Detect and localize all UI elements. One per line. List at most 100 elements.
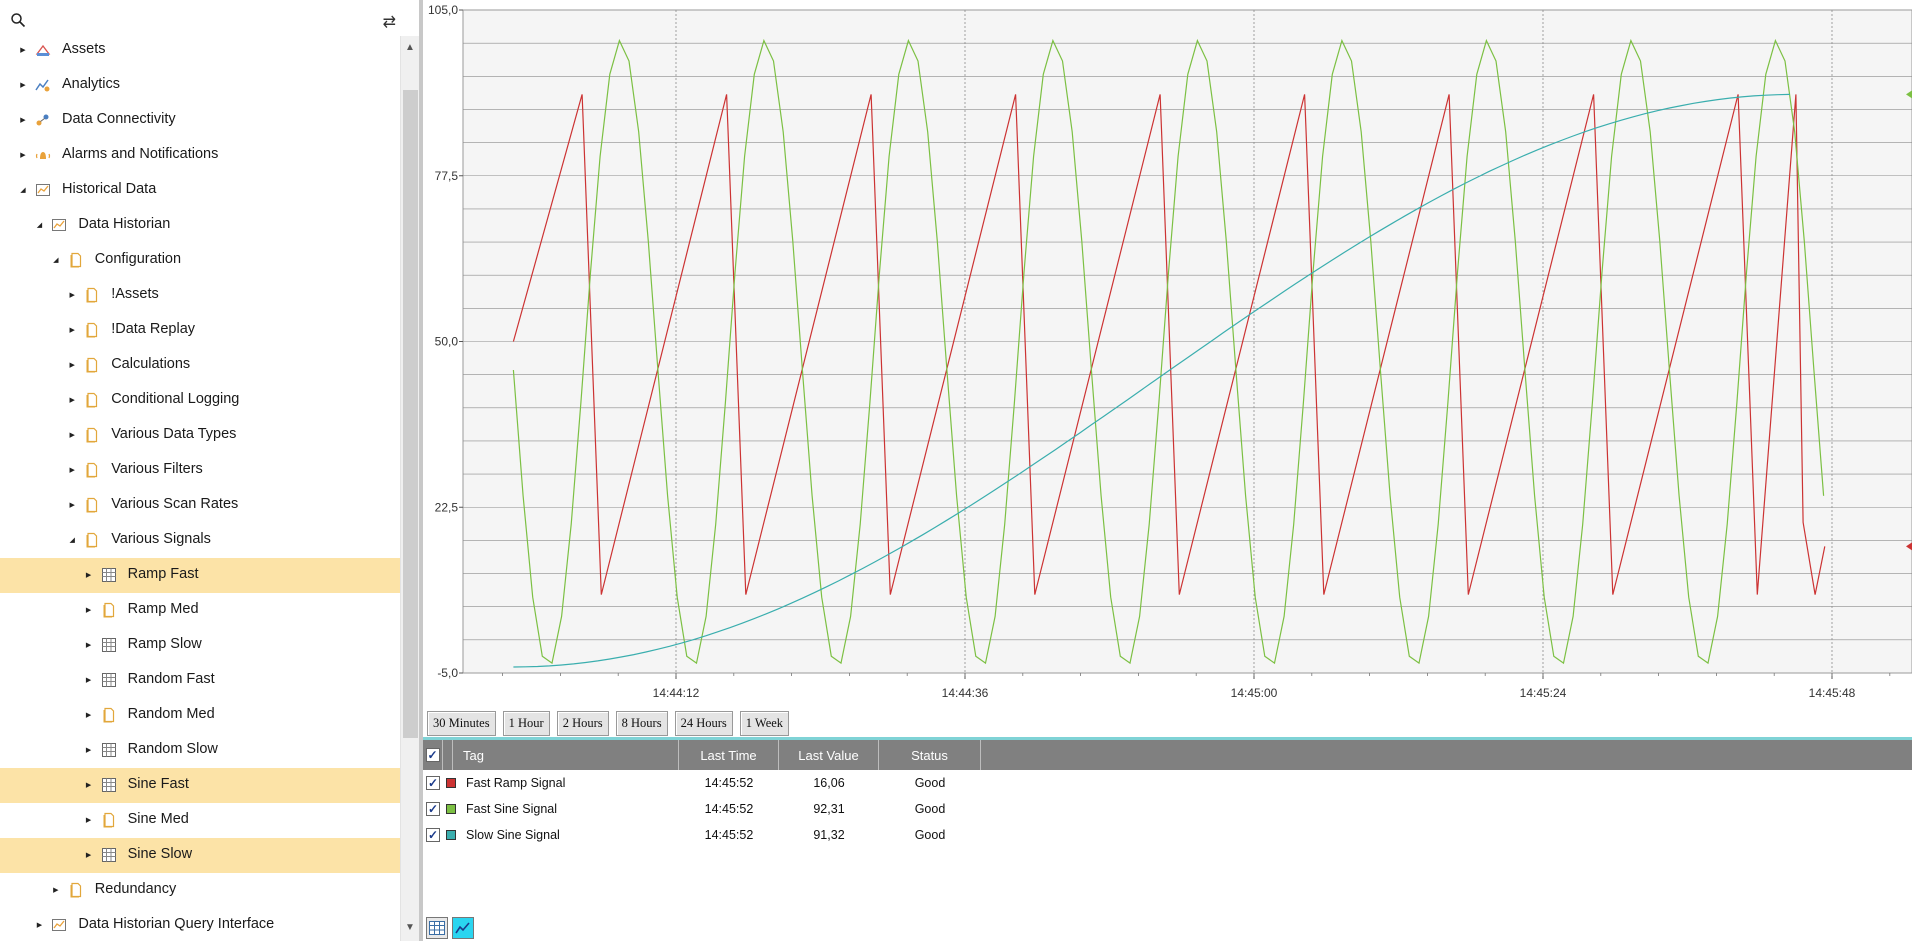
tree-node[interactable]: ▶ Random Med — [0, 698, 400, 733]
tree-node[interactable]: ▶ Alarms and Notifications — [0, 138, 400, 173]
tree-node[interactable]: ▶ Sine Fast — [0, 768, 400, 803]
expand-arrow-icon[interactable]: ▶ — [67, 465, 77, 475]
table-row[interactable]: ✓ Fast Ramp Signal 14:45:52 16,06 Good — [423, 770, 1912, 796]
row-checkbox[interactable]: ✓ — [426, 802, 440, 816]
expand-arrow-icon[interactable]: ▶ — [84, 570, 94, 580]
tag-table-header: ✓ Tag Last Time Last Value Status — [423, 740, 1912, 770]
tree-node-label: Data Connectivity — [62, 111, 176, 127]
tree-node[interactable]: ▶ Sine Slow — [0, 838, 400, 873]
range-button[interactable]: 24 Hours — [674, 711, 733, 736]
tree-node[interactable]: ▶ Data Connectivity — [0, 103, 400, 138]
expand-arrow-icon[interactable]: ▶ — [67, 430, 77, 440]
tree-node[interactable]: ◢ Historical Data — [0, 173, 400, 208]
table-view-button[interactable] — [426, 917, 448, 939]
series-color-cell — [446, 796, 456, 822]
collapse-arrow-icon[interactable]: ◢ — [18, 185, 28, 195]
expand-arrow-icon[interactable]: ▶ — [67, 290, 77, 300]
grid-icon — [101, 567, 117, 583]
tree-node[interactable]: ▶ !Assets — [0, 278, 400, 313]
range-button[interactable]: 2 Hours — [556, 711, 609, 736]
search-icon[interactable] — [10, 12, 26, 28]
expand-arrow-icon[interactable]: ▶ — [67, 325, 77, 335]
expand-arrow-icon[interactable]: ▶ — [84, 605, 94, 615]
expand-arrow-icon[interactable]: ▶ — [84, 640, 94, 650]
expand-arrow-icon[interactable]: ▶ — [84, 850, 94, 860]
tree-node[interactable]: ◢ Configuration — [0, 243, 400, 278]
expand-arrow-icon[interactable]: ▶ — [18, 115, 28, 125]
tree-node[interactable]: ▶ Redundancy — [0, 873, 400, 908]
tree-node[interactable]: ▶ Assets — [0, 33, 400, 68]
chart-view-button[interactable] — [452, 917, 474, 939]
header-last-value[interactable]: Last Value — [779, 740, 879, 770]
range-button[interactable]: 30 Minutes — [427, 711, 496, 736]
expand-arrow-icon[interactable]: ▶ — [67, 500, 77, 510]
expand-arrow-icon[interactable]: ▶ — [18, 150, 28, 160]
tree-node[interactable]: ◢ Various Signals — [0, 523, 400, 558]
scroll-down-icon[interactable]: ▼ — [405, 922, 415, 933]
expand-arrow-icon[interactable]: ▶ — [84, 780, 94, 790]
historian-icon — [51, 917, 67, 933]
tree-node[interactable]: ▶ !Data Replay — [0, 313, 400, 348]
sidebar-scrollbar[interactable]: ▲ ▼ — [400, 36, 420, 941]
range-button[interactable]: 1 Week — [739, 711, 790, 736]
expand-arrow-icon[interactable]: ▶ — [34, 920, 44, 930]
row-checkbox[interactable]: ✓ — [426, 828, 440, 842]
collapse-arrow-icon[interactable]: ◢ — [51, 255, 61, 265]
y-tick-label: 50,0 — [435, 335, 459, 349]
header-status[interactable]: Status — [879, 740, 981, 770]
row-checkbox-cell[interactable]: ✓ — [426, 770, 440, 796]
header-tag[interactable]: Tag — [453, 740, 679, 770]
row-checkbox-cell[interactable]: ✓ — [426, 822, 440, 848]
expand-arrow-icon[interactable]: ▶ — [67, 395, 77, 405]
row-last-time: 14:45:52 — [704, 776, 754, 790]
tree-node-label: Data Historian Query Interface — [78, 916, 275, 932]
range-button[interactable]: 1 Hour — [502, 711, 550, 736]
table-row[interactable]: ✓ Fast Sine Signal 14:45:52 92,31 Good — [423, 796, 1912, 822]
trend-chart[interactable]: 14:44:12 14:44:36 14:45:00 14:45:24 14:45:48… — [423, 0, 1912, 705]
x-tick-label: 14:45:48 — [1809, 686, 1856, 700]
tree-node[interactable]: ▶ Ramp Med — [0, 593, 400, 628]
scroll-up-icon[interactable]: ▲ — [405, 42, 415, 53]
expand-arrow-icon[interactable]: ▶ — [18, 80, 28, 90]
tree-node-label: Calculations — [111, 356, 191, 372]
scrollbar-thumb[interactable] — [403, 90, 418, 738]
header-color-column — [443, 740, 453, 770]
sync-icon[interactable]: ⇄ — [383, 12, 396, 32]
select-all-checkbox[interactable]: ✓ — [425, 748, 440, 762]
tree-node[interactable]: ◢ Data Historian — [0, 208, 400, 243]
range-button[interactable]: 8 Hours — [615, 711, 668, 736]
header-select-all[interactable]: ✓ — [423, 740, 443, 770]
tree-node[interactable]: ▶ Data Historian Query Interface — [0, 908, 400, 941]
folder-icon — [84, 392, 100, 408]
tree-node[interactable]: ▶ Various Data Types — [0, 418, 400, 453]
tree-node[interactable]: ▶ Analytics — [0, 68, 400, 103]
table-row[interactable]: ✓ Slow Sine Signal 14:45:52 91,32 Good — [423, 822, 1912, 848]
tree-node-label: !Data Replay — [111, 321, 196, 337]
tree-node[interactable]: ▶ Ramp Fast — [0, 558, 400, 593]
tree-node-label: Sine Med — [127, 811, 189, 827]
tree-node[interactable]: ▶ Conditional Logging — [0, 383, 400, 418]
tree-node[interactable]: ▶ Calculations — [0, 348, 400, 383]
tree-node[interactable]: ▶ Various Filters — [0, 453, 400, 488]
tree-node[interactable]: ▶ Random Fast — [0, 663, 400, 698]
tree-node-label: Various Scan Rates — [111, 496, 239, 512]
row-checkbox-cell[interactable]: ✓ — [426, 796, 440, 822]
tree-node[interactable]: ▶ Ramp Slow — [0, 628, 400, 663]
expand-arrow-icon[interactable]: ▶ — [84, 745, 94, 755]
x-tick-label: 14:44:12 — [653, 686, 700, 700]
expand-arrow-icon[interactable]: ▶ — [51, 885, 61, 895]
collapse-arrow-icon[interactable]: ◢ — [67, 535, 77, 545]
tree-node[interactable]: ▶ Various Scan Rates — [0, 488, 400, 523]
expand-arrow-icon[interactable]: ▶ — [18, 45, 28, 55]
expand-arrow-icon[interactable]: ▶ — [67, 360, 77, 370]
expand-arrow-icon[interactable]: ▶ — [84, 675, 94, 685]
header-last-time[interactable]: Last Time — [679, 740, 779, 770]
grid-icon — [101, 847, 117, 863]
expand-arrow-icon[interactable]: ▶ — [84, 815, 94, 825]
collapse-arrow-icon[interactable]: ◢ — [34, 220, 44, 230]
row-checkbox[interactable]: ✓ — [426, 776, 440, 790]
expand-arrow-icon[interactable]: ▶ — [84, 710, 94, 720]
row-last-value: 91,32 — [813, 828, 845, 842]
tree-node[interactable]: ▶ Sine Med — [0, 803, 400, 838]
tree-node[interactable]: ▶ Random Slow — [0, 733, 400, 768]
